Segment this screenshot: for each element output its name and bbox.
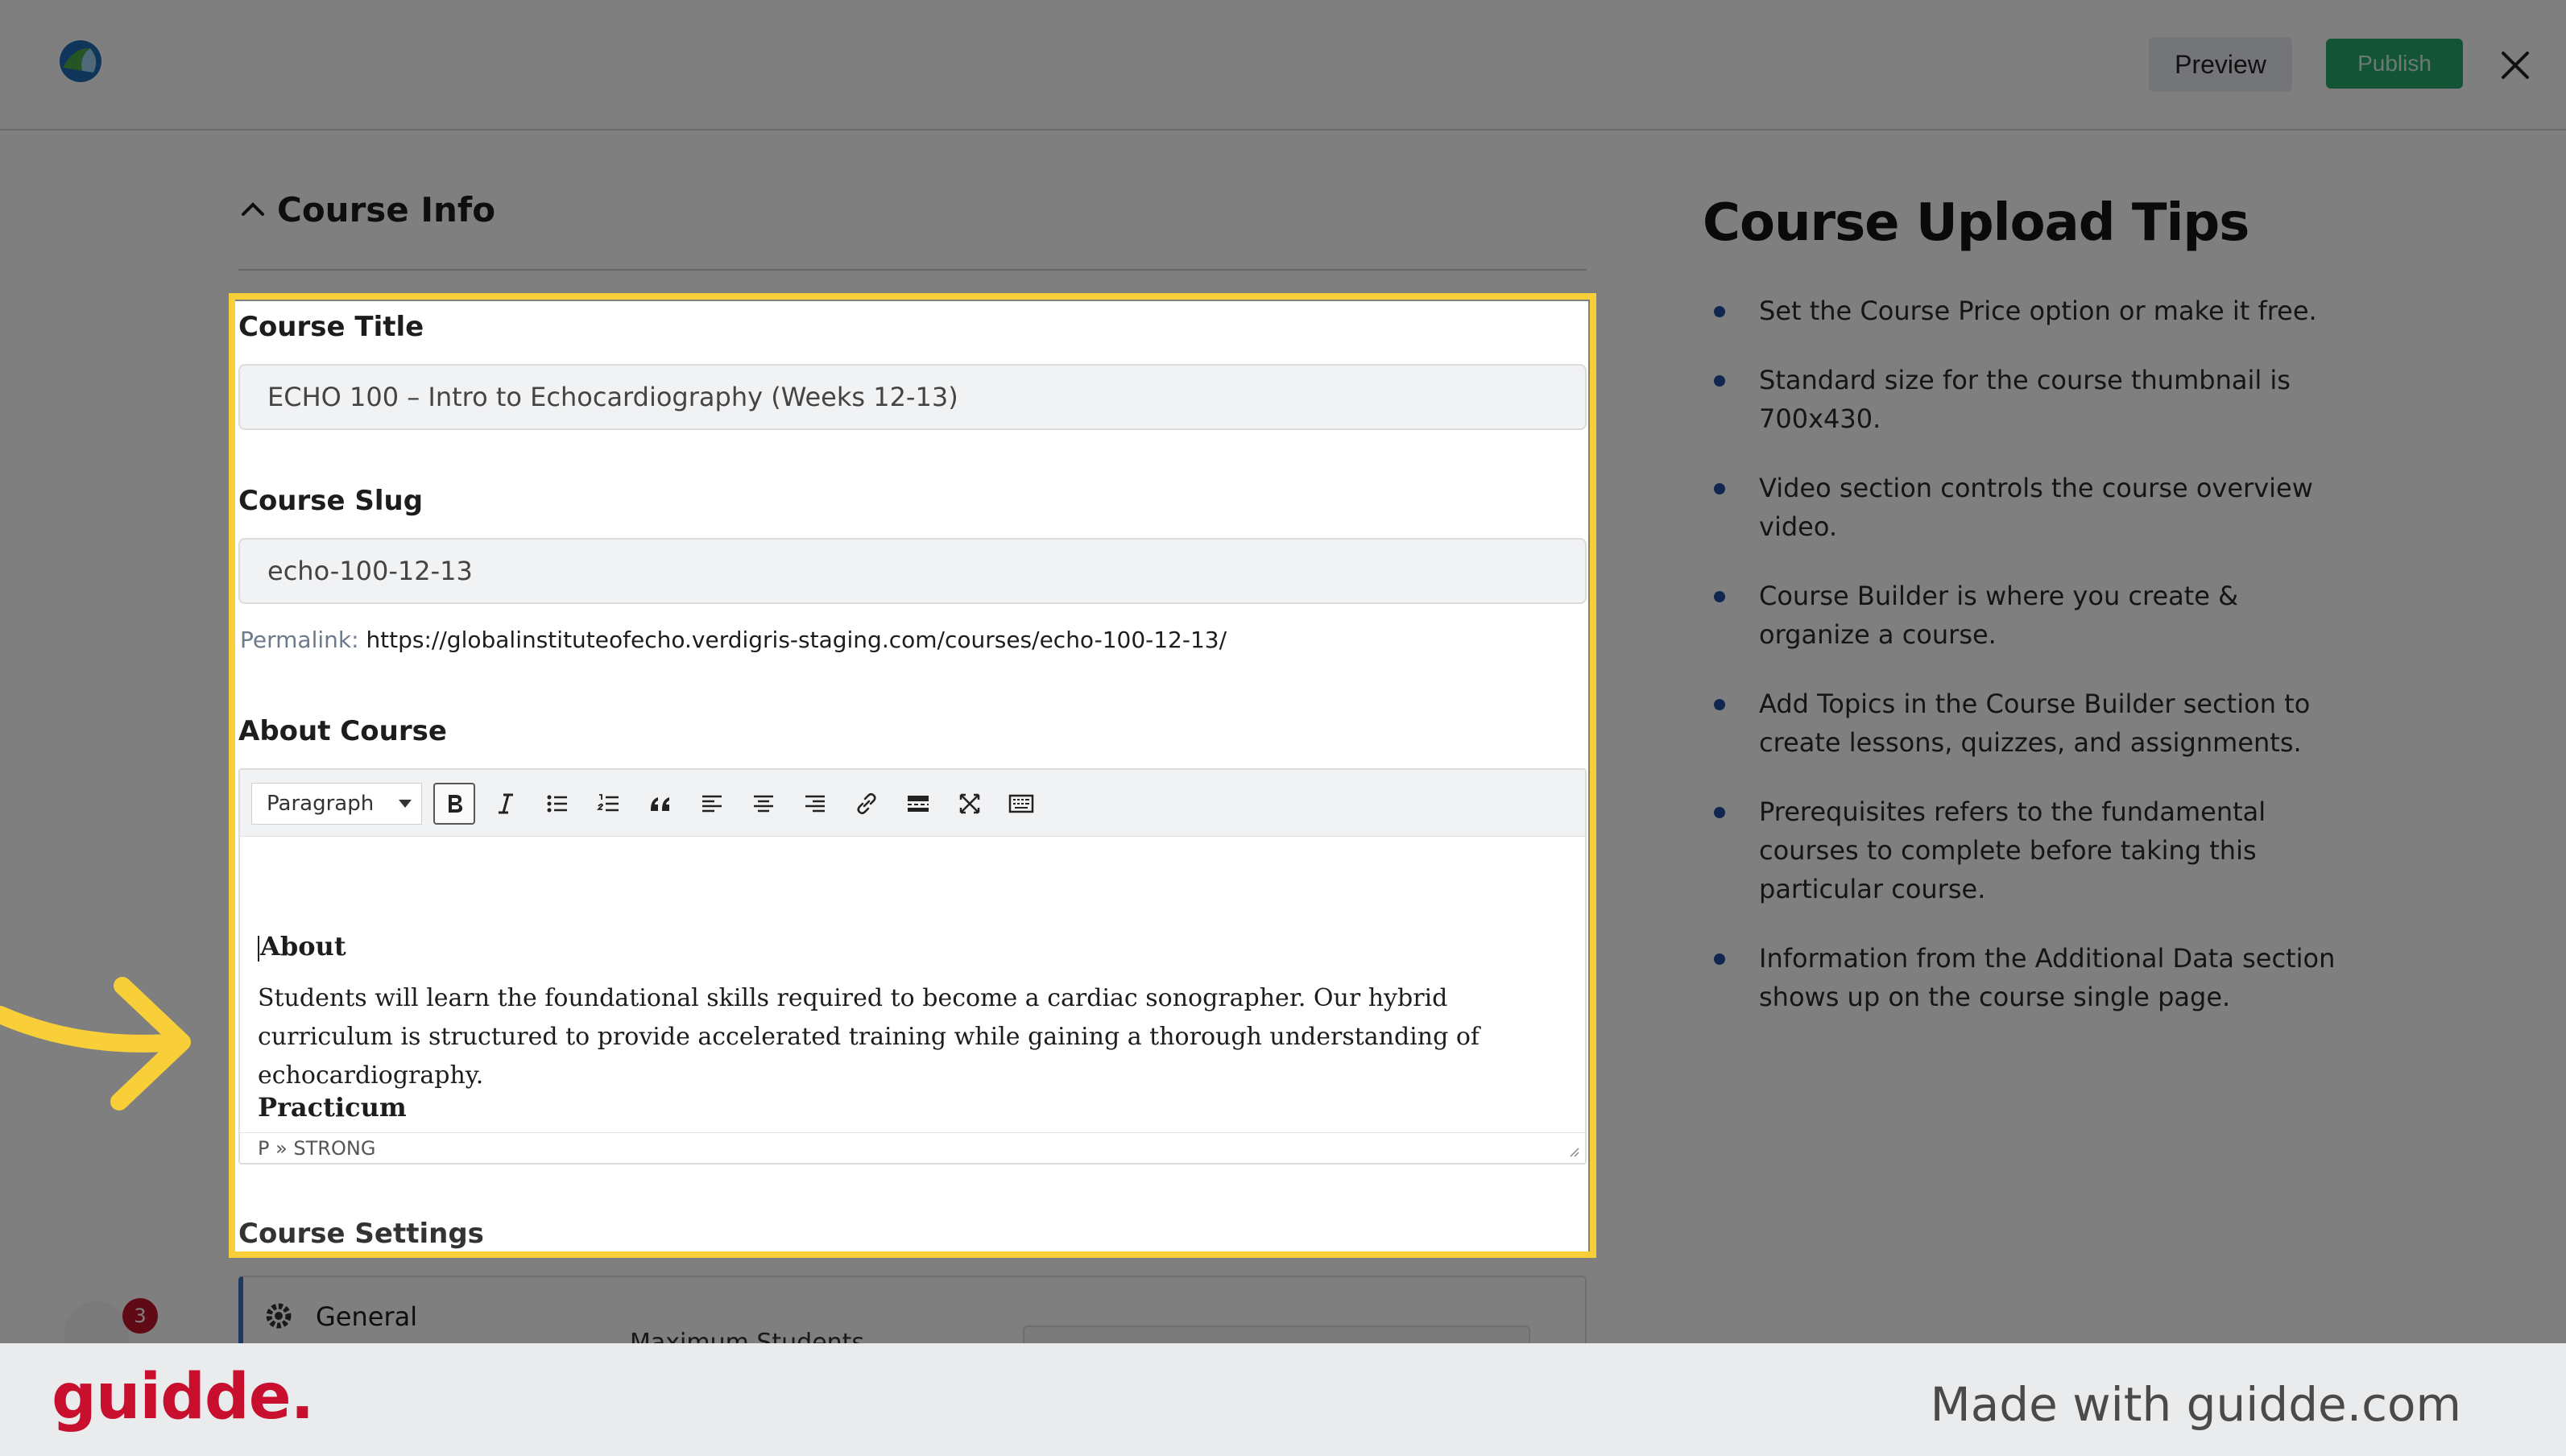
made-with-text: Made with guidde.com (1930, 1377, 2461, 1432)
arrow-pointer-icon (0, 977, 191, 1111)
guidde-logo: guidde. (52, 1361, 314, 1433)
highlight-frame (229, 293, 1596, 1258)
